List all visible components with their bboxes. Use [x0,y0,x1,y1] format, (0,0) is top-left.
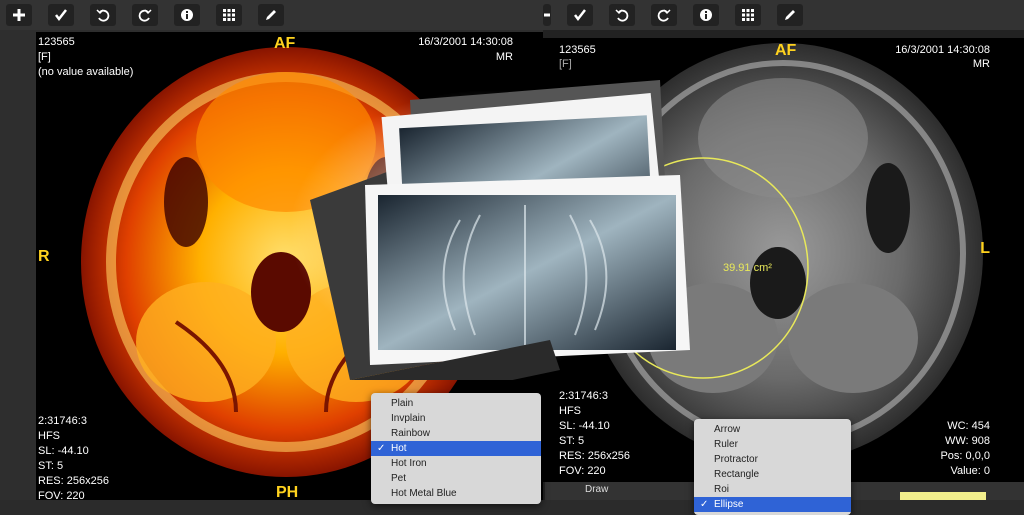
checkmark-icon: ✓ [700,499,709,510]
modality: MR [972,58,990,70]
orientation-top: AF [775,42,797,59]
window-center: WC: 454 [947,420,990,432]
grid-icon [742,9,754,21]
modality: MR [495,51,513,63]
patient-id: 123565 [38,36,75,48]
series-number: 2:31746:3 [559,390,608,402]
colormap-menu-item-label: Plain [391,398,414,409]
colormap-menu-item-label: Pet [391,473,407,484]
colormap-menu-item[interactable]: Hot Metal Blue [371,486,541,501]
plus-icon [13,9,25,21]
colormap-menu-item[interactable]: Hot Iron [371,456,541,471]
patient-sex: [F] [559,58,572,70]
slice-thickness: ST: 5 [38,460,64,472]
series-number: 2:31746:3 [38,415,87,427]
draw-menu-item[interactable]: ✓ Ellipse [694,497,851,512]
no-value-label: (no value available) [38,66,134,78]
slice-location: SL: -44.10 [38,445,89,457]
draw-button[interactable] [258,4,284,26]
orientation-bottom: PH [276,484,299,500]
patient-position: HFS [559,405,581,417]
pencil-icon [266,10,276,20]
orientation-top: AF [274,35,296,52]
colormap-menu-item[interactable]: Plain [371,396,541,411]
undo-button[interactable] [90,4,116,26]
draw-menu-item-label: Protractor [714,454,758,465]
colormap-menu-item[interactable]: ✓ Hot [371,441,541,456]
checkmark-icon: ✓ [377,443,386,454]
colormap-menu-item[interactable]: Invplain [371,411,541,426]
study-datetime: 16/3/2001 14:30:08 [418,36,513,48]
redo-icon [657,9,671,22]
draw-menu-item-label: Ellipse [714,499,744,510]
grid-button[interactable] [216,4,242,26]
redo-button[interactable] [651,4,677,26]
draw-menu-item[interactable]: Arrow [694,422,851,437]
colormap-menu: Plain Invplain Rainbow ✓ Hot Hot Iron Pet Hot M… [371,393,541,504]
draw-mode-label: Draw [585,484,609,495]
draw-menu-item[interactable]: Protractor [694,452,851,467]
resolution: RES: 256x256 [38,475,109,487]
xray-app-icon [290,80,690,380]
patient-id: 123565 [559,44,596,56]
info-icon [700,9,712,21]
draw-menu-item[interactable]: Roi [694,482,851,497]
draw-menu-item[interactable]: Rectangle [694,467,851,482]
right-toolbar [543,0,1024,30]
info-button[interactable] [693,4,719,26]
info-icon [181,9,193,21]
colormap-menu-item-label: Hot [391,443,407,454]
colormap-menu-item[interactable]: Pet [371,471,541,486]
slice-thickness: ST: 5 [559,435,585,447]
field-of-view: FOV: 220 [38,490,85,500]
plus-icon [544,13,550,17]
draw-menu-item-label: Roi [714,484,730,495]
redo-icon [138,9,152,22]
colormap-menu-item-label: Hot Iron [391,458,427,469]
redo-button[interactable] [132,4,158,26]
slice-location: SL: -44.10 [559,420,610,432]
field-of-view: FOV: 220 [559,465,606,477]
pixel-value: Value: 0 [950,465,990,477]
undo-icon [96,9,110,22]
colormap-menu-item[interactable]: Rainbow [371,426,541,441]
cursor-position: Pos: 0,0,0 [940,450,990,462]
draw-menu-item-label: Arrow [714,424,741,435]
grid-icon [223,9,235,21]
patient-position: HFS [38,430,60,442]
colormap-menu-item-label: Hot Metal Blue [391,488,457,499]
draw-menu-item-label: Ruler [714,439,738,450]
undo-button[interactable] [609,4,635,26]
colormap-menu-item-label: Rainbow [391,428,430,439]
confirm-button[interactable] [567,4,593,26]
info-button[interactable] [174,4,200,26]
study-datetime: 16/3/2001 14:30:08 [895,44,990,56]
undo-icon [615,9,629,22]
window-width: WW: 908 [944,435,990,447]
ellipse-area-label: 39.91 cm² [723,262,772,274]
draw-menu-item[interactable]: Ruler [694,437,851,452]
orientation-right: L [980,240,990,257]
grid-button[interactable] [735,4,761,26]
add-button[interactable] [6,4,32,26]
left-toolbar [0,0,545,30]
add-button-partial[interactable] [543,4,551,26]
color-swatch[interactable] [900,492,986,500]
patient-sex: [F] [38,51,51,63]
check-icon [55,9,67,22]
check-icon [574,9,586,22]
resolution: RES: 256x256 [559,450,630,462]
orientation-left: R [38,248,50,265]
draw-tool-menu: Arrow Ruler Protractor Rectangle Roi ✓ Ellipse [694,419,851,515]
draw-button[interactable] [777,4,803,26]
pencil-icon [785,10,795,20]
colormap-menu-item-label: Invplain [391,413,426,424]
draw-menu-item-label: Rectangle [714,469,760,480]
confirm-button[interactable] [48,4,74,26]
